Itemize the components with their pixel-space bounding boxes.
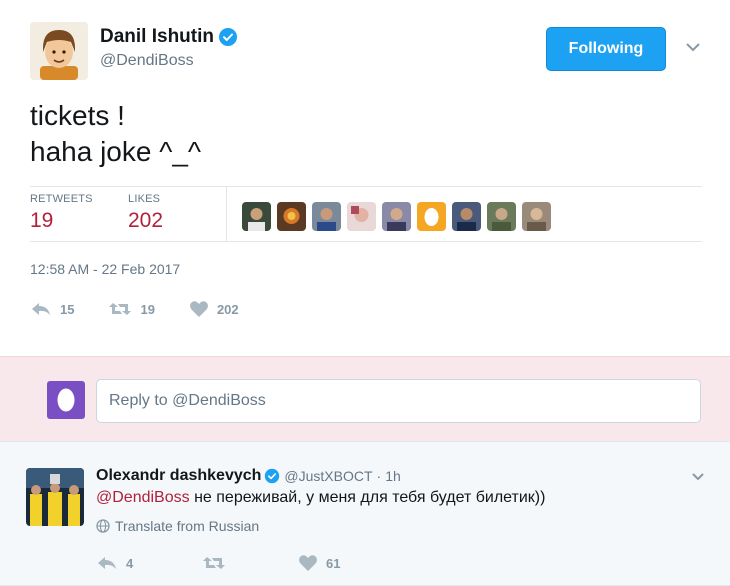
liker-avatar[interactable] [277,202,306,231]
likes-value: 202 [128,209,164,232]
reply-text-body: не переживай, у меня для тебя будет биле… [189,489,546,506]
globe-icon [96,519,110,533]
liker-avatar[interactable] [347,202,376,231]
liker-avatar[interactable] [452,202,481,231]
liker-avatar[interactable] [522,202,551,231]
main-tweet: Danil Ishutin @DendiBoss Following ticke… [0,0,730,356]
like-action[interactable]: 61 [298,552,340,574]
retweet-action[interactable]: 19 [108,298,155,320]
retweet-count: 19 [140,301,155,317]
reply-action[interactable]: 15 [30,298,74,320]
retweet-icon [203,557,225,569]
tweet-timestamp[interactable]: 12:58 AM - 22 Feb 2017 [30,261,180,277]
likes-stat[interactable]: LIKES 202 [128,193,163,233]
reply-action[interactable]: 4 [96,552,202,574]
reply-tweet[interactable]: Olexandr dashkevych @JustXBOCT · 1h @Den… [0,442,730,586]
mention-link[interactable]: @DendiBoss [96,489,190,506]
reply-input[interactable]: Reply to @DendiBoss [96,379,701,423]
author-name[interactable]: Danil Ishutin [100,26,238,48]
author-handle[interactable]: @DendiBoss [100,52,194,70]
reply-time[interactable]: 1h [385,468,401,484]
reply-count: 4 [126,555,134,571]
like-count: 61 [326,555,341,571]
liker-avatar[interactable] [312,202,341,231]
retweets-label: RETWEETS [30,193,93,205]
reply-header: Olexandr dashkevych @JustXBOCT · 1h [96,467,401,485]
following-button[interactable]: Following [546,27,666,71]
translate-label[interactable]: Translate from Russian [115,518,259,534]
retweet-action[interactable] [202,552,298,574]
separator-dot: · [376,468,382,484]
retweet-icon [109,303,132,315]
chevron-down-icon[interactable] [684,40,702,54]
reply-actions: 4 61 [96,552,340,574]
liker-avatar[interactable] [417,202,446,231]
reply-author-handle[interactable]: @JustXBOCT [284,468,372,484]
likers-avatars [242,202,551,231]
translate-link[interactable]: Translate from Russian [96,518,259,534]
verified-icon [218,27,238,47]
stats-divider [226,187,227,242]
reply-icon [98,557,116,569]
reply-icon [32,303,50,315]
likes-label: LIKES [128,193,161,205]
like-count: 202 [216,301,239,317]
tweet-stats: RETWEETS 19 LIKES 202 [30,186,702,242]
chevron-down-icon[interactable] [690,470,706,482]
avatar[interactable] [30,22,88,80]
liker-avatar[interactable] [242,202,271,231]
liker-avatar[interactable] [487,202,516,231]
retweets-value: 19 [30,209,54,232]
reply-compose: Reply to @DendiBoss [0,356,730,442]
like-action[interactable]: 202 [189,298,239,320]
reply-count: 15 [60,301,75,317]
verified-icon [264,468,280,484]
liker-avatar[interactable] [382,202,411,231]
tweet-actions: 15 19 202 [30,298,273,320]
avatar[interactable] [26,468,84,526]
author-name-text[interactable]: Danil Ishutin [100,26,214,48]
heart-icon [299,555,317,571]
retweets-stat[interactable]: RETWEETS 19 [30,193,93,233]
tweet-text-line-2: haha joke ^_^ [30,136,202,167]
heart-icon [189,301,208,317]
tweet-text: tickets ! haha joke ^_^ [30,98,201,170]
tweet-text-line-1: tickets ! [30,100,125,131]
avatar [47,381,85,419]
reply-text: @DendiBoss не переживай, у меня для тебя… [96,489,545,507]
reply-author-name[interactable]: Olexandr dashkevych [96,467,261,485]
